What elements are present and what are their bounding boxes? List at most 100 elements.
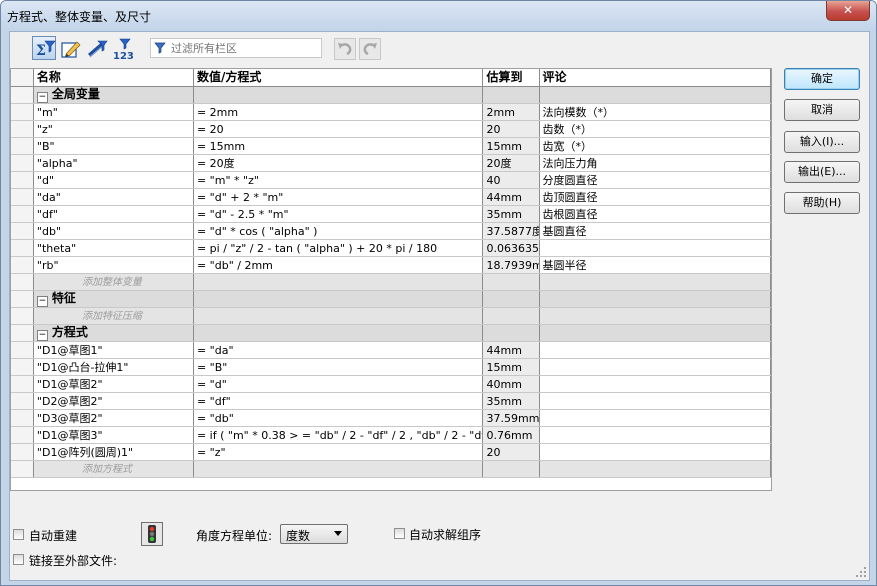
comment-cell[interactable]: 基圆直径 xyxy=(539,222,772,240)
row-header[interactable] xyxy=(11,324,34,342)
collapse-toggle-icon[interactable]: − xyxy=(36,330,48,341)
row-header[interactable] xyxy=(11,222,34,240)
row-header[interactable] xyxy=(11,205,34,223)
filter-field[interactable] xyxy=(150,38,322,58)
table-row[interactable]: "D1@草图3" = if ( "m" * 0.38 > = "db" / 2 -… xyxy=(11,426,772,444)
add-row[interactable]: 添加特征压缩 xyxy=(11,307,772,325)
row-header[interactable] xyxy=(11,307,34,325)
comment-cell[interactable]: 法向模数（*） xyxy=(539,103,772,121)
comment-cell[interactable] xyxy=(539,409,772,427)
section-row[interactable]: − 方程式 xyxy=(11,324,772,342)
value-cell[interactable]: = if ( "m" * 0.38 > = "db" / 2 - "df" / … xyxy=(193,426,484,444)
value-cell[interactable]: = "db" xyxy=(193,409,484,427)
comment-cell[interactable]: 齿根圆直径 xyxy=(539,205,772,223)
row-header[interactable] xyxy=(11,120,34,138)
table-row[interactable]: "d" = "m" * "z" 40 分度圆直径 xyxy=(11,171,772,189)
help-button[interactable]: 帮助(H) xyxy=(784,192,860,214)
value-cell[interactable]: = "da" xyxy=(193,341,484,359)
name-cell[interactable]: "d" xyxy=(33,171,194,189)
row-header[interactable] xyxy=(11,86,34,104)
close-button[interactable]: ✕ xyxy=(826,1,870,21)
name-cell[interactable]: "theta" xyxy=(33,239,194,257)
comment-cell[interactable] xyxy=(539,239,772,257)
section-title-cell[interactable]: − 方程式 xyxy=(33,324,194,342)
name-cell[interactable]: "db" xyxy=(33,222,194,240)
comment-cell[interactable] xyxy=(539,358,772,376)
redo-button[interactable] xyxy=(359,38,381,60)
value-cell[interactable]: = "d" + 2 * "m" xyxy=(193,188,484,206)
add-row[interactable]: 添加整体变量 xyxy=(11,273,772,291)
comment-cell[interactable]: 分度圆直径 xyxy=(539,171,772,189)
table-row[interactable]: "alpha" = 20度 20度 法向压力角 xyxy=(11,154,772,172)
table-row[interactable]: "z" = 20 20 齿数（*） xyxy=(11,120,772,138)
value-cell[interactable]: = "d" * cos ( "alpha" ) xyxy=(193,222,484,240)
value-cell[interactable]: = "d" xyxy=(193,375,484,393)
table-row[interactable]: "D3@草图2" = "db" 37.59mm xyxy=(11,409,772,427)
table-row[interactable]: "theta" = pi / "z" / 2 - tan ( "alpha" ) … xyxy=(11,239,772,257)
column-header-estimate[interactable]: 估算到 xyxy=(482,69,540,87)
name-cell[interactable]: "rb" xyxy=(33,256,194,274)
row-header[interactable] xyxy=(11,409,34,427)
cancel-button[interactable]: 取消 xyxy=(784,99,860,121)
row-header[interactable] xyxy=(11,341,34,359)
table-row[interactable]: "D1@草图1" = "da" 44mm xyxy=(11,341,772,359)
table-row[interactable]: "B" = 15mm 15mm 齿宽（*） xyxy=(11,137,772,155)
add-row-cell[interactable]: 添加特征压缩 xyxy=(33,307,194,325)
name-cell[interactable]: "D3@草图2" xyxy=(33,409,194,427)
section-title-cell[interactable]: − 全局变量 xyxy=(33,86,194,104)
row-header[interactable] xyxy=(11,460,34,478)
comment-cell[interactable]: 法向压力角 xyxy=(539,154,772,172)
column-header-value[interactable]: 数值/方程式 xyxy=(193,69,484,87)
comment-cell[interactable]: 基圆半径 xyxy=(539,256,772,274)
row-header[interactable] xyxy=(11,256,34,274)
row-header[interactable] xyxy=(11,375,34,393)
resize-grip-icon[interactable] xyxy=(855,566,867,578)
table-row[interactable]: "D1@草图2" = "d" 40mm xyxy=(11,375,772,393)
name-cell[interactable]: "df" xyxy=(33,205,194,223)
link-external-checkbox[interactable] xyxy=(13,554,24,565)
table-row[interactable]: "df" = "d" - 2.5 * "m" 35mm 齿根圆直径 xyxy=(11,205,772,223)
name-cell[interactable]: "D1@草图2" xyxy=(33,375,194,393)
row-header[interactable] xyxy=(11,154,34,172)
comment-cell[interactable] xyxy=(539,375,772,393)
table-row[interactable]: "D1@阵列(圆周)1" = "z" 20 xyxy=(11,443,772,461)
row-header[interactable] xyxy=(11,103,34,121)
value-cell[interactable]: = 20 xyxy=(193,120,484,138)
row-header[interactable] xyxy=(11,392,34,410)
name-cell[interactable]: "da" xyxy=(33,188,194,206)
comment-cell[interactable] xyxy=(539,392,772,410)
table-row[interactable]: "rb" = "db" / 2mm 18.7939m 基圆半径 xyxy=(11,256,772,274)
name-cell[interactable]: "z" xyxy=(33,120,194,138)
undo-button[interactable] xyxy=(334,38,356,60)
row-header[interactable] xyxy=(11,290,34,308)
column-header-comment[interactable]: 评论 xyxy=(539,69,772,87)
row-header[interactable] xyxy=(11,137,34,155)
value-cell[interactable]: = 20度 xyxy=(193,154,484,172)
filter-input[interactable] xyxy=(171,40,319,56)
row-header[interactable] xyxy=(11,426,34,444)
export-button[interactable]: 输出(E)... xyxy=(784,161,860,183)
equation-view-button[interactable]: Σ xyxy=(32,36,56,60)
section-row[interactable]: − 特征 xyxy=(11,290,772,308)
ordered-view-button[interactable]: 123 xyxy=(110,36,134,60)
value-cell[interactable]: = "B" xyxy=(193,358,484,376)
rebuild-status-light[interactable] xyxy=(141,522,163,546)
name-cell[interactable]: "D1@阵列(圆周)1" xyxy=(33,443,194,461)
auto-rebuild-checkbox[interactable] xyxy=(13,529,24,540)
dimension-view-button[interactable] xyxy=(84,36,108,60)
row-header[interactable] xyxy=(11,358,34,376)
value-cell[interactable]: = "db" / 2mm xyxy=(193,256,484,274)
row-header[interactable] xyxy=(11,443,34,461)
add-row-cell[interactable]: 添加方程式 xyxy=(33,460,194,478)
name-cell[interactable]: "B" xyxy=(33,137,194,155)
value-cell[interactable]: = "z" xyxy=(193,443,484,461)
row-header[interactable] xyxy=(11,239,34,257)
comment-cell[interactable] xyxy=(539,426,772,444)
collapse-toggle-icon[interactable]: − xyxy=(36,296,48,307)
comment-cell[interactable]: 齿宽（*） xyxy=(539,137,772,155)
table-row[interactable]: "da" = "d" + 2 * "m" 44mm 齿顶圆直径 xyxy=(11,188,772,206)
comment-cell[interactable]: 齿数（*） xyxy=(539,120,772,138)
name-cell[interactable]: "D1@凸台-拉伸1" xyxy=(33,358,194,376)
value-cell[interactable]: = "d" - 2.5 * "m" xyxy=(193,205,484,223)
table-row[interactable]: "D2@草图2" = "df" 35mm xyxy=(11,392,772,410)
